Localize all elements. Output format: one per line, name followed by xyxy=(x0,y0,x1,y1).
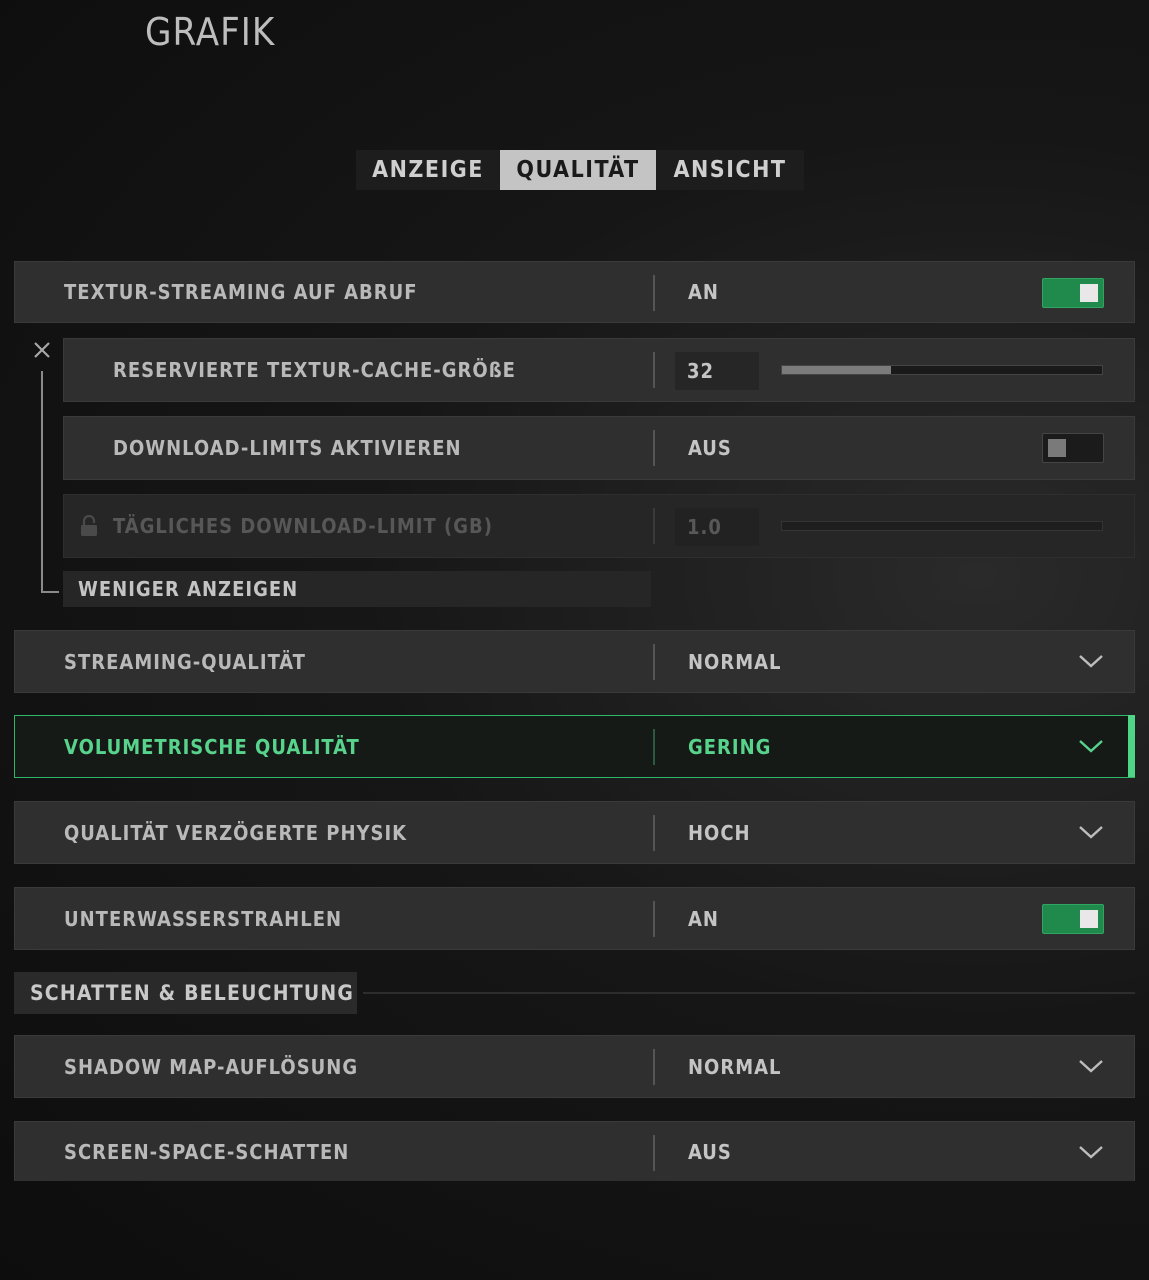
setting-label: SHADOW MAP-AUFLÖSUNG xyxy=(64,1054,359,1079)
setting-value: NORMAL xyxy=(688,649,782,674)
toggle-knob xyxy=(1048,439,1066,457)
setting-shadow-map-resolution[interactable]: SHADOW MAP-AUFLÖSUNG NORMAL xyxy=(14,1035,1135,1098)
divider xyxy=(653,901,655,937)
slider-fill xyxy=(782,366,891,374)
tab-bar: ANZEIGE QUALITÄT ANSICHT xyxy=(356,150,804,190)
setting-deferred-physics[interactable]: QUALITÄT VERZÖGERTE PHYSIK HOCH xyxy=(14,801,1135,864)
setting-label: TEXTUR-STREAMING AUF ABRUF xyxy=(64,280,418,304)
divider xyxy=(653,1049,655,1085)
setting-value: AUS xyxy=(688,436,732,460)
divider xyxy=(653,508,655,544)
tab-anzeige[interactable]: ANZEIGE xyxy=(356,150,500,190)
divider xyxy=(653,275,655,311)
tree-line-foot xyxy=(41,591,59,593)
divider xyxy=(653,644,655,680)
setting-label: DOWNLOAD-LIMITS AKTIVIEREN xyxy=(113,436,462,460)
setting-value: GERING xyxy=(688,734,772,759)
close-icon[interactable] xyxy=(33,341,51,359)
divider xyxy=(653,729,655,765)
setting-label: VOLUMETRISCHE QUALITÄT xyxy=(64,734,360,759)
setting-download-limits[interactable]: DOWNLOAD-LIMITS AKTIVIEREN AUS xyxy=(63,416,1135,480)
setting-value: AN xyxy=(688,906,719,931)
setting-label: RESERVIERTE TEXTUR-CACHE-GRÖßE xyxy=(113,358,516,382)
tree-line xyxy=(41,371,43,593)
texture-cache-input[interactable]: 32 xyxy=(675,352,759,390)
chevron-down-icon[interactable] xyxy=(1078,1144,1104,1160)
setting-volumetric-quality[interactable]: VOLUMETRISCHE QUALITÄT GERING xyxy=(14,715,1135,778)
divider xyxy=(653,815,655,851)
setting-value: AUS xyxy=(688,1139,732,1164)
daily-limit-slider xyxy=(781,521,1103,531)
setting-texture-streaming[interactable]: TEXTUR-STREAMING AUF ABRUF AN xyxy=(14,261,1135,323)
page-title: GRAFIK xyxy=(145,10,276,54)
divider xyxy=(653,430,655,466)
chevron-down-icon[interactable] xyxy=(1078,1058,1104,1074)
setting-label: STREAMING-QUALITÄT xyxy=(64,649,306,674)
setting-streaming-quality[interactable]: STREAMING-QUALITÄT NORMAL xyxy=(14,630,1135,693)
setting-daily-download-limit: TÄGLICHES DOWNLOAD-LIMIT (GB) 1.0 xyxy=(63,494,1135,558)
divider xyxy=(653,1135,655,1171)
setting-label: SCREEN-SPACE-SCHATTEN xyxy=(64,1139,350,1164)
setting-screen-space-shadows[interactable]: SCREEN-SPACE-SCHATTEN AUS xyxy=(14,1121,1135,1181)
daily-limit-input: 1.0 xyxy=(675,508,759,546)
setting-label: UNTERWASSERSTRAHLEN xyxy=(64,906,343,931)
texture-streaming-toggle[interactable] xyxy=(1042,278,1104,308)
section-divider xyxy=(363,992,1135,994)
lock-icon xyxy=(81,515,97,536)
section-header-shadows: SCHATTEN & BELEUCHTUNG xyxy=(14,972,357,1014)
selection-indicator xyxy=(1128,715,1135,777)
setting-texture-cache[interactable]: RESERVIERTE TEXTUR-CACHE-GRÖßE 32 xyxy=(63,338,1135,402)
download-limits-toggle[interactable] xyxy=(1042,433,1104,463)
chevron-down-icon[interactable] xyxy=(1078,738,1104,754)
chevron-down-icon[interactable] xyxy=(1078,653,1104,669)
setting-value: AN xyxy=(688,280,719,304)
setting-value: HOCH xyxy=(688,820,751,845)
setting-label: QUALITÄT VERZÖGERTE PHYSIK xyxy=(64,820,408,845)
show-less-button[interactable]: WENIGER ANZEIGEN xyxy=(63,571,651,607)
chevron-down-icon[interactable] xyxy=(1078,824,1104,840)
texture-cache-slider[interactable] xyxy=(781,365,1103,375)
setting-underwater-rays[interactable]: UNTERWASSERSTRAHLEN AN xyxy=(14,887,1135,950)
underwater-rays-toggle[interactable] xyxy=(1042,904,1104,934)
tab-qualitaet[interactable]: QUALITÄT xyxy=(500,150,656,190)
toggle-knob xyxy=(1080,284,1098,302)
toggle-knob xyxy=(1080,910,1098,928)
setting-value: NORMAL xyxy=(688,1054,782,1079)
tab-ansicht[interactable]: ANSICHT xyxy=(656,150,804,190)
setting-label: TÄGLICHES DOWNLOAD-LIMIT (GB) xyxy=(113,514,493,538)
divider xyxy=(653,352,655,388)
